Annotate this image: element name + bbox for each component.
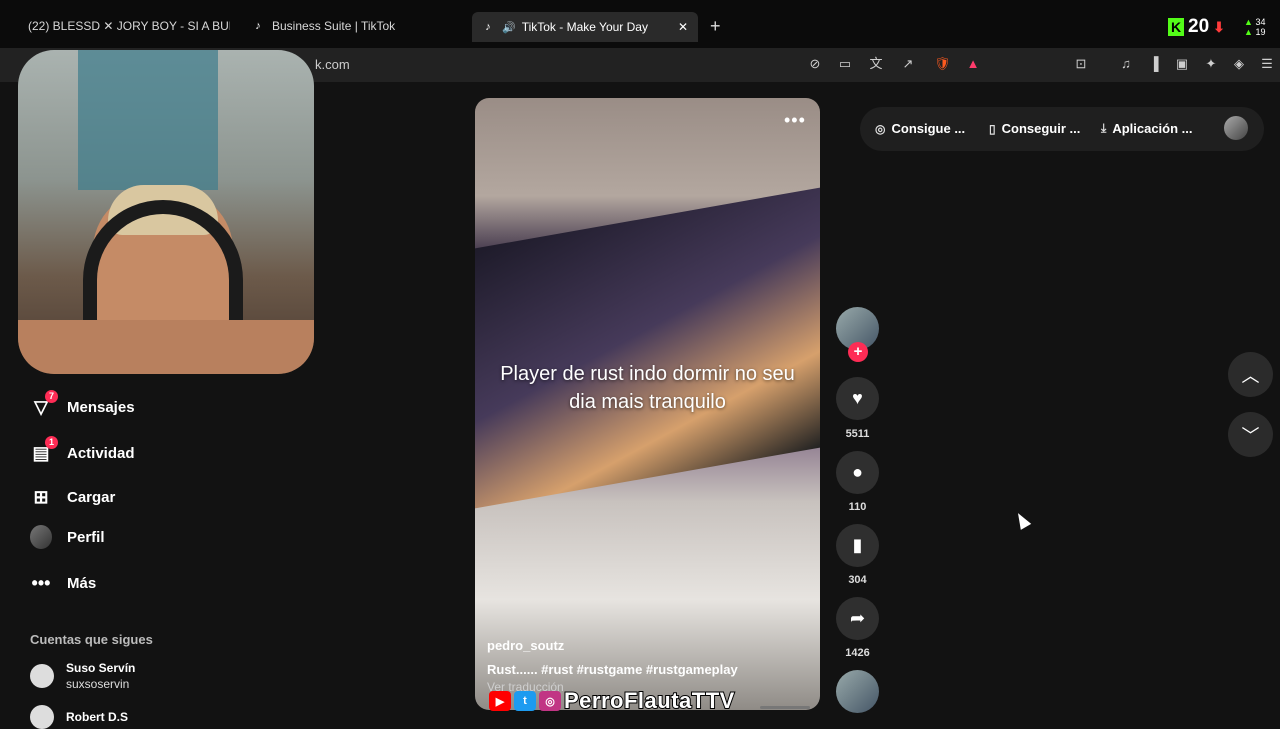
avatar <box>30 525 52 549</box>
inbox-icon: ▤ 1 <box>30 436 58 464</box>
brave-shield-icon[interactable]: 🛡 <box>934 56 951 72</box>
poster <box>78 50 218 190</box>
new-tab-button[interactable]: + <box>710 16 721 37</box>
sidebar-item-label: Más <box>67 574 97 592</box>
avatar <box>30 705 54 729</box>
sidebar-item-label: Perfil <box>67 528 105 546</box>
music-icon[interactable]: ♫ <box>1118 56 1134 72</box>
share-button[interactable]: ➦ <box>836 597 879 640</box>
more-icon: ••• <box>31 572 51 593</box>
speaker-icon: 🔊 <box>502 21 516 34</box>
sidebar-item-mas[interactable]: ••• Más <box>30 572 97 594</box>
url-field[interactable]: k.com <box>315 57 350 72</box>
notification-badge: 1 <box>45 436 58 449</box>
streamer-body <box>18 320 314 374</box>
tiktok-icon: ♪ <box>255 20 261 32</box>
get-app-label: Conseguir ... <box>1001 121 1081 136</box>
close-tab-icon[interactable]: ✕ <box>678 20 688 34</box>
tab-label: Business Suite | TikTok <box>272 19 396 33</box>
translate-icon[interactable]: 文 <box>868 56 884 72</box>
mute-icon[interactable]: ⊘ <box>807 56 823 72</box>
comment-count: 110 <box>848 501 867 513</box>
previous-video-button[interactable]: ︿ <box>1228 352 1273 397</box>
comment-icon: ● <box>852 462 863 482</box>
arrow-down-icon: ⬇ <box>1213 18 1225 35</box>
sidebar-item-label: Mensajes <box>67 398 135 416</box>
save-count: 304 <box>848 574 867 586</box>
tab-business-suite[interactable]: ♪ Business Suite | TikTok <box>252 12 452 40</box>
video-overlay-text: Player de rust indo dormir no seu dia ma… <box>500 363 795 413</box>
save-button[interactable]: ▮ <box>836 524 879 567</box>
like-button[interactable]: ♥ <box>836 377 879 420</box>
sidebar-item-mensajes[interactable]: ▽ 7 Mensajes <box>30 390 135 418</box>
get-app-button[interactable]: ▯ Conseguir ... <box>989 121 1080 136</box>
follow-plus-icon[interactable]: + <box>848 342 868 362</box>
following-item[interactable]: Suso Servín suxsoservin <box>30 660 135 692</box>
webcam-overlay <box>18 50 314 374</box>
kick-stats: ▲ 34 ▲ 19 <box>1244 17 1266 37</box>
upload-icon: ⊞ <box>33 486 49 507</box>
vpn-icon[interactable]: ◈ <box>1231 56 1247 72</box>
kick-widget: K 20 ⬇ <box>1168 16 1225 38</box>
leo-icon[interactable]: ✦ <box>1203 56 1219 72</box>
screenshot-icon[interactable]: ⊡ <box>1073 56 1089 72</box>
kick-count: 20 <box>1188 16 1210 37</box>
phone-icon: ▯ <box>989 121 996 136</box>
sidebar-item-perfil[interactable]: Perfil <box>30 525 105 549</box>
tab-label: (22) BLESSD ✕ JORY BOY - SI A BUE <box>28 19 230 33</box>
sidebar-item-actividad[interactable]: ▤ 1 Actividad <box>30 436 135 464</box>
following-item[interactable]: Robert D.S <box>30 705 128 729</box>
sidebar-item-label: Cargar <box>67 488 116 506</box>
video-frame <box>475 187 820 509</box>
following-name: Suso Servín <box>66 661 136 675</box>
brave-rewards-icon[interactable]: ▲ <box>965 56 981 72</box>
coin-icon: ◎ <box>875 121 886 136</box>
notification-badge: 7 <box>45 390 58 403</box>
youtube-icon: ▶ <box>489 691 511 711</box>
video-description: Rust...... #rust #rustgame #rustgameplay <box>487 662 738 677</box>
sidebar-icon[interactable]: ▐ <box>1146 56 1162 72</box>
following-title: Cuentas que sigues <box>30 632 153 647</box>
streamer-watermark: ▶ t ◎ PerroFlautaTTV <box>489 687 735 714</box>
following-name: Robert D.S <box>66 710 129 724</box>
bookmark-icon: ▮ <box>852 535 863 555</box>
sound-avatar[interactable] <box>836 670 879 713</box>
get-coins-button[interactable]: ◎ Consigue ... <box>875 121 965 136</box>
comment-button[interactable]: ● <box>836 451 879 494</box>
download-icon: ⤓ <box>1101 121 1107 135</box>
twitter-icon: t <box>514 691 536 711</box>
get-coins-label: Consigue ... <box>891 121 966 136</box>
tab-tiktok-active[interactable]: ♪ 🔊 TikTok - Make Your Day ✕ <box>472 12 698 42</box>
chevron-up-icon: ︿ <box>1241 365 1260 386</box>
following-username: suxsoservin <box>66 677 130 691</box>
send-icon: ▽ 7 <box>30 390 58 418</box>
profile-avatar[interactable] <box>1224 116 1248 140</box>
next-video-button[interactable]: ﹀ <box>1228 412 1273 457</box>
cast-icon[interactable]: ▭ <box>837 56 853 72</box>
tiktok-icon: ♪ <box>485 21 491 33</box>
kick-stat-bottom: 19 <box>1255 27 1266 37</box>
share-count: 1426 <box>845 647 870 659</box>
instagram-icon: ◎ <box>539 691 561 711</box>
share-icon[interactable]: ↗ <box>900 56 916 72</box>
kick-logo-icon: K <box>1168 18 1184 36</box>
chevron-down-icon: ﹀ <box>1241 425 1260 446</box>
tab-label: TikTok - Make Your Day <box>521 20 648 34</box>
kick-stat-top: 34 <box>1255 17 1266 27</box>
tab-youtube[interactable]: (22) BLESSD ✕ JORY BOY - SI A BUE <box>20 12 230 40</box>
wallet-icon[interactable]: ▣ <box>1174 56 1190 72</box>
video-progress-bar[interactable] <box>760 706 810 709</box>
download-app-button[interactable]: ⤓ Aplicación ... <box>1101 121 1193 136</box>
like-count: 5511 <box>845 428 870 440</box>
menu-icon[interactable]: ☰ <box>1259 56 1275 72</box>
watermark-text: PerroFlautaTTV <box>563 687 735 714</box>
share-arrow-icon: ➦ <box>849 608 866 628</box>
avatar <box>30 664 54 688</box>
more-options-icon[interactable]: ••• <box>784 110 806 131</box>
download-app-label: Aplicación ... <box>1112 121 1193 136</box>
heart-icon: ♥ <box>852 388 863 408</box>
sidebar-item-cargar[interactable]: ⊞ Cargar <box>30 486 115 508</box>
video-author[interactable]: pedro_soutz <box>487 638 564 653</box>
sidebar-item-label: Actividad <box>67 444 135 462</box>
